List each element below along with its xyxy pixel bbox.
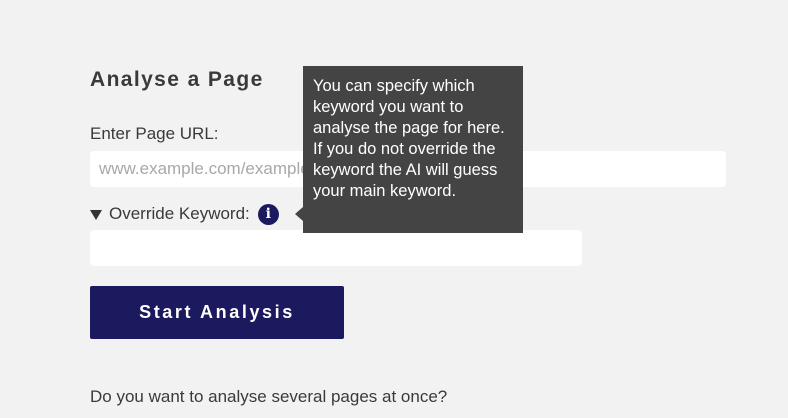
- start-analysis-button[interactable]: Start Analysis: [90, 286, 344, 339]
- keyword-input[interactable]: [90, 230, 582, 266]
- triangle-down-icon: [90, 209, 102, 220]
- info-icon[interactable]: i: [257, 203, 279, 225]
- url-label: Enter Page URL:: [90, 124, 219, 143]
- several-pages-prompt: Do you want to analyse several pages at …: [90, 387, 448, 406]
- override-keyword-label: Override Keyword:: [109, 204, 250, 223]
- tooltip-arrow: [295, 207, 303, 221]
- info-tooltip: You can specify which keyword you want t…: [303, 66, 523, 233]
- page-title: Analyse a Page: [90, 68, 264, 91]
- override-keyword-toggle[interactable]: Override Keyword: i: [90, 202, 279, 226]
